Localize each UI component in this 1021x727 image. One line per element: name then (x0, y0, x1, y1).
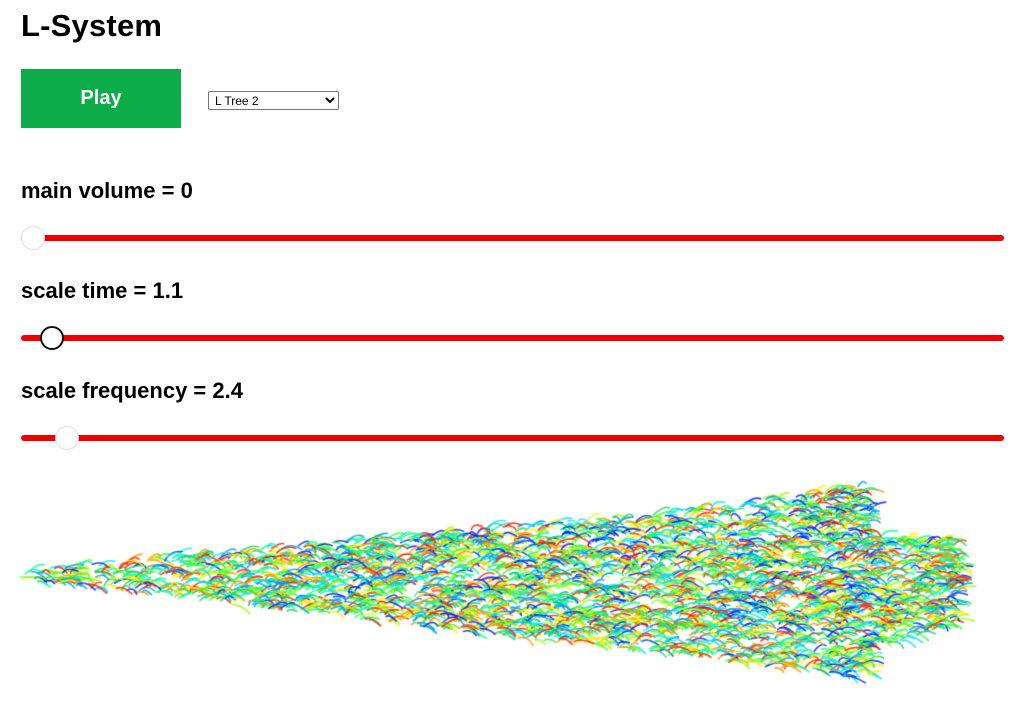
slider-thumb[interactable] (21, 226, 45, 250)
scale-frequency-label: scale frequency = 2.4 (21, 378, 243, 404)
slider-thumb[interactable] (40, 326, 65, 350)
scale-frequency-name: scale frequency (21, 378, 188, 403)
main-volume-label: main volume = 0 (21, 178, 193, 204)
scale-time-separator: = (127, 278, 153, 303)
scale-time-name: scale time (21, 278, 128, 303)
play-button[interactable]: Play (21, 69, 181, 128)
main-volume-name: main volume (21, 178, 156, 203)
scale-frequency-separator: = (187, 378, 213, 403)
l-system-tree-canvas (0, 468, 1021, 718)
page: L-System Play L Tree 2 main volume = 0 s… (0, 0, 1021, 727)
scale-time-label: scale time = 1.1 (21, 278, 183, 304)
scale-time-slider[interactable] (21, 324, 1004, 352)
scale-time-value: 1.1 (152, 278, 184, 303)
slider-track (21, 235, 1004, 241)
preset-select[interactable]: L Tree 2 (208, 91, 339, 110)
slider-track (21, 335, 1004, 341)
scale-frequency-slider[interactable] (21, 424, 1004, 452)
slider-track (21, 435, 1004, 441)
slider-thumb[interactable] (54, 426, 79, 450)
main-volume-value: 0 (180, 178, 193, 203)
scale-frequency-value: 2.4 (212, 378, 243, 403)
main-volume-slider[interactable] (21, 224, 1004, 252)
main-volume-separator: = (155, 178, 181, 203)
page-title: L-System (21, 8, 163, 43)
